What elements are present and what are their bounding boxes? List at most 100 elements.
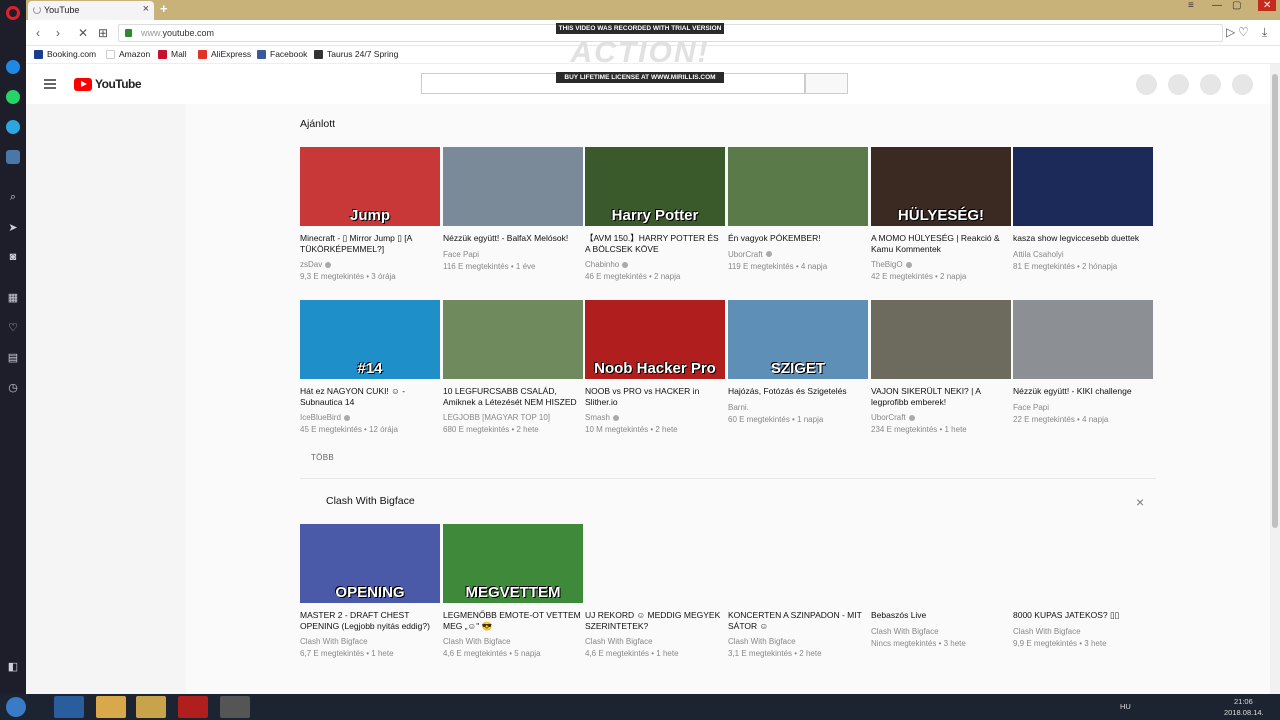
send-icon[interactable]: ➤: [6, 221, 20, 235]
window-close-icon[interactable]: ✕: [1258, 0, 1277, 11]
channel-name[interactable]: Face Papi: [1013, 403, 1153, 412]
channel-name[interactable]: Face Papi: [443, 250, 583, 259]
video-title[interactable]: NOOB vs PRO vs HACKER in Slither.io: [585, 386, 725, 407]
new-tab-button[interactable]: +: [160, 1, 168, 16]
language-indicator[interactable]: HU: [1120, 702, 1131, 711]
video-title[interactable]: Én vagyok PÓKEMBER!: [728, 233, 868, 244]
news-icon[interactable]: ▤: [6, 351, 20, 365]
channel-name[interactable]: Clash With Bigface: [443, 637, 583, 646]
video-thumbnail[interactable]: SZIGET: [728, 300, 868, 379]
video-title[interactable]: kasza show legviccesebb duettek: [1013, 233, 1153, 244]
search-button[interactable]: [805, 73, 848, 94]
menu-icon[interactable]: ≡: [1188, 0, 1194, 11]
video-card[interactable]: kasza show legviccesebb duettek Attila Cs…: [1013, 147, 1153, 271]
video-thumbnail[interactable]: OPENING: [300, 524, 440, 603]
video-card[interactable]: Bebaszós Live Clash With Bigface Nincs meg…: [871, 524, 1011, 648]
maximize-icon[interactable]: ▢: [1232, 0, 1241, 11]
video-title[interactable]: Hát ez NAGYON CUKI! ☺ - Subnautica 14: [300, 386, 440, 407]
bookmark-amazon[interactable]: Amazon: [106, 49, 150, 59]
bookmark-booking[interactable]: Booking.com: [34, 49, 96, 59]
tabs-grid-icon[interactable]: ⊞: [98, 26, 108, 40]
channel-name[interactable]: TheBigO: [871, 260, 1011, 269]
start-button-icon[interactable]: [6, 697, 26, 717]
channel-name[interactable]: Clash With Bigface: [300, 637, 440, 646]
hamburger-menu-icon[interactable]: [44, 79, 56, 89]
video-title[interactable]: 8000 KUPAS JATEKOS? ▯▯: [1013, 610, 1153, 621]
create-video-icon[interactable]: [1136, 74, 1157, 95]
opera-taskbar-icon[interactable]: [178, 696, 208, 718]
video-title[interactable]: 10 LEGFURCSABB CSALÁD, Amiknek a Létezés…: [443, 386, 583, 407]
telegram-icon[interactable]: [6, 120, 20, 134]
video-card[interactable]: VAJON SIKERÜLT NEKI? | A legprofibb embe…: [871, 300, 1011, 434]
video-thumbnail[interactable]: #14: [300, 300, 440, 379]
camera-icon[interactable]: ◙: [6, 250, 20, 264]
notifications-icon[interactable]: [1200, 74, 1221, 95]
video-thumbnail[interactable]: [443, 300, 583, 379]
channel-name[interactable]: LEGJOBB [MAGYAR TOP 10]: [443, 413, 583, 422]
channel-name[interactable]: Clash With Bigface: [728, 637, 868, 646]
channel-name[interactable]: Clash With Bigface: [585, 637, 725, 646]
video-title[interactable]: LEGMENŐBB EMOTE-OT VETTEM MEG „☺" 😎: [443, 610, 583, 631]
video-card[interactable]: MEGVETTEM LEGMENŐBB EMOTE-OT VETTEM MEG „…: [443, 524, 583, 658]
video-title[interactable]: Minecraft - ▯ Mirror Jump ▯ [A TÜKÖRKÉPE…: [300, 233, 440, 254]
video-card[interactable]: 10 LEGFURCSABB CSALÁD, Amiknek a Létezés…: [443, 300, 583, 434]
apps-icon[interactable]: [1168, 74, 1189, 95]
channel-name[interactable]: IceBlueBird: [300, 413, 440, 422]
video-thumbnail[interactable]: [585, 524, 725, 603]
stop-icon[interactable]: ✕: [78, 26, 88, 40]
video-thumbnail[interactable]: Harry Potter: [585, 147, 725, 226]
channel-name[interactable]: Clash With Bigface: [871, 627, 1011, 636]
speed-dial-icon[interactable]: ▦: [6, 291, 20, 305]
channel-name[interactable]: Attila Csaholyi: [1013, 250, 1153, 259]
video-card[interactable]: Harry Potter 【AVM 150.】HARRY POTTER ÉS A …: [585, 147, 725, 281]
channel-name[interactable]: Smash: [585, 413, 725, 422]
video-card[interactable]: Én vagyok PÓKEMBER! UborCraft 119 E megtek…: [728, 147, 868, 271]
video-card[interactable]: #14 Hát ez NAGYON CUKI! ☺ - Subnautica 14…: [300, 300, 440, 434]
video-card[interactable]: OPENING MASTER 2 - DRAFT CHEST OPENING (L…: [300, 524, 440, 658]
page-scrollbar[interactable]: [1270, 64, 1280, 694]
back-icon[interactable]: ‹: [36, 26, 40, 40]
scrollbar-thumb[interactable]: [1272, 74, 1278, 528]
video-card[interactable]: HÜLYESÉG! A MOMO HÜLYESÉG | Reakció & Kam…: [871, 147, 1011, 281]
video-card[interactable]: Nézzük együtt! - KIKI challenge Face Papi…: [1013, 300, 1153, 424]
dismiss-shelf-close-icon[interactable]: ×: [1136, 494, 1144, 510]
video-title[interactable]: 【AVM 150.】HARRY POTTER ÉS A BÖLCSEK KÖVE: [585, 233, 725, 254]
action-recorder-icon[interactable]: [220, 696, 250, 718]
video-thumbnail[interactable]: Noob Hacker Pro: [585, 300, 725, 379]
history-icon[interactable]: ◷: [6, 381, 20, 395]
video-title[interactable]: Bebaszós Live: [871, 610, 1011, 621]
channel-name[interactable]: zsDav: [300, 260, 440, 269]
forward-icon[interactable]: ›: [56, 26, 60, 40]
clock-time[interactable]: 21:06: [1234, 697, 1253, 706]
video-thumbnail[interactable]: Jump: [300, 147, 440, 226]
messenger-icon[interactable]: [6, 60, 20, 74]
video-card[interactable]: 8000 KUPAS JATEKOS? ▯▯ Clash With Bigface…: [1013, 524, 1153, 648]
video-thumbnail[interactable]: MEGVETTEM: [443, 524, 583, 603]
video-title[interactable]: Nézzük együtt! - BalfaX Melósok!: [443, 233, 583, 244]
sidebar-toggle-icon[interactable]: ◧: [6, 660, 20, 674]
ie-icon[interactable]: [54, 696, 84, 718]
bookmark-taurus[interactable]: Taurus 24/7 Spring: [314, 49, 398, 59]
video-title[interactable]: KONCERTEN A SZINPADON - MIT SÁTOR ☺: [728, 610, 868, 631]
channel-name[interactable]: Chabinho: [585, 260, 725, 269]
video-card[interactable]: UJ REKORD ☺ MEDDIG MEGYEK SZERINTETEK? Cl…: [585, 524, 725, 658]
video-thumbnail[interactable]: [1013, 524, 1153, 603]
tab-close-button[interactable]: ×: [143, 3, 149, 15]
video-card[interactable]: Noob Hacker Pro NOOB vs PRO vs HACKER in …: [585, 300, 725, 434]
video-title[interactable]: UJ REKORD ☺ MEDDIG MEGYEK SZERINTETEK?: [585, 610, 725, 631]
video-card[interactable]: SZIGET Hajózás, Fotózás és Szigetelés Barn…: [728, 300, 868, 424]
video-thumbnail[interactable]: [1013, 147, 1153, 226]
video-thumbnail[interactable]: [443, 147, 583, 226]
bookmark-mall[interactable]: Mall: [158, 49, 187, 59]
channel-section-title[interactable]: Clash With Bigface: [326, 495, 415, 507]
clock-date[interactable]: 2018.08.14.: [1224, 708, 1264, 717]
channel-name[interactable]: UborCraft: [728, 250, 868, 259]
channel-name[interactable]: Barni.: [728, 403, 868, 412]
video-title[interactable]: Hajózás, Fotózás és Szigetelés: [728, 386, 868, 397]
video-title[interactable]: A MOMO HÜLYESÉG | Reakció & Kamu Komment…: [871, 233, 1011, 254]
tab-youtube[interactable]: YouTube ×: [28, 1, 154, 20]
more-button[interactable]: TÖBB: [311, 453, 334, 462]
video-title[interactable]: Nézzük együtt! - KIKI challenge: [1013, 386, 1153, 397]
video-thumbnail[interactable]: [728, 524, 868, 603]
video-card[interactable]: KONCERTEN A SZINPADON - MIT SÁTOR ☺ Clash…: [728, 524, 868, 658]
